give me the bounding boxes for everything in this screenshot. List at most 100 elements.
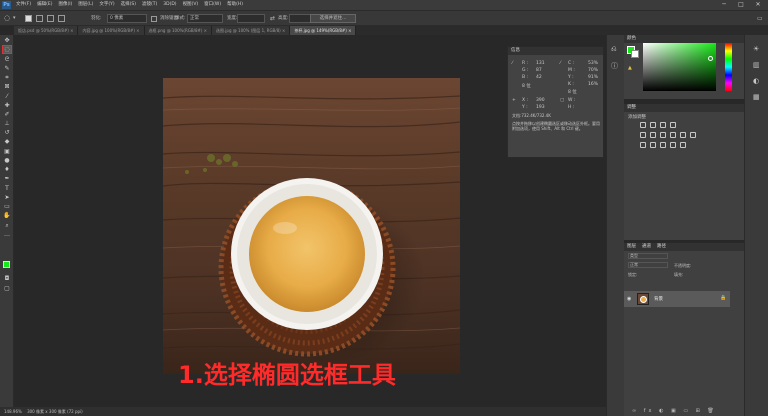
- fill-label: 填充:: [674, 272, 684, 277]
- new-selection-icon[interactable]: [25, 15, 32, 22]
- panel-background-swatch[interactable]: [631, 50, 639, 58]
- history-brush-tool-icon[interactable]: ↺: [3, 129, 11, 136]
- brush-tool-icon[interactable]: ✐: [3, 111, 11, 118]
- swap-icon[interactable]: ⇄: [270, 14, 275, 23]
- subtract-selection-icon[interactable]: [47, 15, 54, 22]
- dodge-tool-icon[interactable]: ♦: [3, 166, 11, 173]
- layer-row-background[interactable]: ◉ 背景 🔒: [624, 291, 730, 307]
- type-tool-icon[interactable]: T: [3, 185, 11, 192]
- close-button[interactable]: ✕: [750, 0, 766, 10]
- invert-icon[interactable]: [640, 142, 646, 148]
- tab-document-1[interactable]: 饭店.psd @ 50%(RGB/8#) ×: [14, 26, 79, 35]
- channel-mixer-icon[interactable]: [690, 132, 696, 138]
- quick-select-tool-icon[interactable]: ✎: [3, 65, 11, 72]
- warning-icon[interactable]: ▲: [628, 65, 632, 71]
- tea-cup-photo[interactable]: [163, 78, 460, 374]
- tab-document-active[interactable]: 茶杯.jpg @ 149%(RGB/8#) ×: [290, 26, 357, 35]
- tab-document-4[interactable]: 选图.jpg @ 100% (图层 1, RGB/8) ×: [212, 26, 291, 35]
- move-tool-icon[interactable]: ✥: [3, 37, 11, 44]
- gradient-tool-icon[interactable]: ▣: [3, 148, 11, 155]
- threshold-icon[interactable]: [660, 142, 666, 148]
- eyedropper-tool-icon[interactable]: ⁄: [3, 93, 11, 100]
- tab-document-2[interactable]: 内容.jpg @ 100%(RGB/8#) ×: [78, 26, 145, 35]
- crop-tool-icon[interactable]: ⌗: [3, 74, 11, 81]
- feather-input[interactable]: 0 像素: [107, 14, 147, 23]
- select-and-mask-button[interactable]: 选择并遮住...: [310, 14, 356, 23]
- healing-brush-tool-icon[interactable]: ✚: [3, 102, 11, 109]
- tab-paths[interactable]: 路径: [657, 243, 666, 251]
- menu-file[interactable]: 文件(F): [13, 0, 34, 10]
- menu-filter[interactable]: 滤镜(T): [139, 0, 160, 10]
- adjust-icon[interactable]: ◐: [753, 77, 759, 85]
- lock-icon: 🔒: [720, 295, 727, 301]
- menu-layer[interactable]: 图层(L): [75, 0, 96, 10]
- info-icon[interactable]: ⓘ: [611, 61, 618, 71]
- gradient-map-icon[interactable]: [680, 142, 686, 148]
- rectangle-tool-icon[interactable]: ▭: [3, 203, 11, 210]
- color-picker-cursor[interactable]: [708, 56, 713, 61]
- menu-type[interactable]: 文字(Y): [96, 0, 117, 10]
- tab-document-3[interactable]: 选框.png @ 100%(RGB/8#) ×: [144, 26, 213, 35]
- info-y2-label: Y :: [522, 105, 528, 110]
- exposure-icon[interactable]: [670, 122, 676, 128]
- intersect-selection-icon[interactable]: [58, 15, 65, 22]
- workspace-icon[interactable]: ▭: [757, 14, 763, 23]
- eraser-tool-icon[interactable]: ◆: [3, 138, 11, 145]
- path-selection-tool-icon[interactable]: ➤: [3, 194, 11, 201]
- hand-tool-icon[interactable]: ✋: [3, 212, 11, 219]
- menu-help[interactable]: 帮助(H): [224, 0, 246, 10]
- layer-name[interactable]: 背景: [654, 296, 663, 302]
- ellipse-marquee-tool-icon[interactable]: ◌: [4, 14, 10, 23]
- info-m-label: M :: [568, 68, 575, 73]
- color-balance-icon[interactable]: [660, 132, 666, 138]
- color-spectrum-picker[interactable]: [643, 43, 716, 91]
- layer-actions-icons[interactable]: ∞ fx ◐ ▣ ▭ ⊞ 🗑: [632, 408, 717, 414]
- history-icon[interactable]: ⎌: [611, 45, 617, 54]
- libraries-icon[interactable]: ▥: [753, 61, 760, 69]
- foreground-color-swatch[interactable]: [3, 261, 10, 268]
- hue-slider[interactable]: [725, 43, 732, 91]
- quick-mask-icon[interactable]: ◘: [3, 275, 11, 282]
- tab-layers[interactable]: 图层: [627, 243, 636, 251]
- blend-mode-select[interactable]: 正常: [628, 262, 668, 268]
- more-tools-icon[interactable]: …: [3, 231, 11, 238]
- menu-edit[interactable]: 编辑(E): [34, 0, 55, 10]
- learn-icon[interactable]: ☀: [753, 45, 759, 53]
- vibrance-icon[interactable]: [640, 132, 646, 138]
- width-input[interactable]: [237, 14, 265, 23]
- frame-tool-icon[interactable]: ⊠: [3, 83, 11, 90]
- blur-tool-icon[interactable]: ●: [3, 157, 11, 164]
- eye-icon[interactable]: ◉: [627, 296, 631, 302]
- photo-filter-icon[interactable]: [680, 132, 686, 138]
- layer-kind-filter[interactable]: 类型: [628, 253, 668, 259]
- menu-view[interactable]: 视图(V): [180, 0, 202, 10]
- add-selection-icon[interactable]: [36, 15, 43, 22]
- curves-icon[interactable]: [660, 122, 666, 128]
- maximize-button[interactable]: □: [733, 0, 749, 10]
- tool-preset-chevron-down-icon[interactable]: ▾: [13, 14, 16, 23]
- menu-image[interactable]: 图像(I): [55, 0, 75, 10]
- style-select[interactable]: 正常: [187, 14, 223, 23]
- pen-tool-icon[interactable]: ✒: [3, 175, 11, 182]
- info-w-label: W :: [568, 98, 576, 103]
- menu-select[interactable]: 选择(S): [118, 0, 139, 10]
- black-white-icon[interactable]: [670, 132, 676, 138]
- menu-window[interactable]: 窗口(W): [201, 0, 224, 10]
- levels-icon[interactable]: [650, 122, 656, 128]
- screen-mode-icon[interactable]: ▢: [3, 285, 11, 292]
- brightness-icon[interactable]: [640, 122, 646, 128]
- selective-color-icon[interactable]: [670, 142, 676, 148]
- tab-channels[interactable]: 通道: [642, 243, 651, 251]
- antialias-checkbox[interactable]: [151, 16, 157, 22]
- menu-3d[interactable]: 3D(D): [160, 0, 179, 10]
- ellipse-marquee-tool-icon[interactable]: ◌: [2, 45, 12, 54]
- clone-stamp-tool-icon[interactable]: ⊥: [3, 120, 11, 127]
- lasso-tool-icon[interactable]: ᘓ: [3, 56, 11, 63]
- hue-saturation-icon[interactable]: [650, 132, 656, 138]
- posterize-icon[interactable]: [650, 142, 656, 148]
- lock-label: 锁定:: [628, 272, 638, 277]
- zoom-tool-icon[interactable]: ⌕: [3, 222, 11, 229]
- minimize-button[interactable]: ─: [716, 0, 732, 10]
- swatches-icon[interactable]: ▦: [753, 93, 760, 101]
- zoom-level[interactable]: 148.96%: [4, 409, 22, 414]
